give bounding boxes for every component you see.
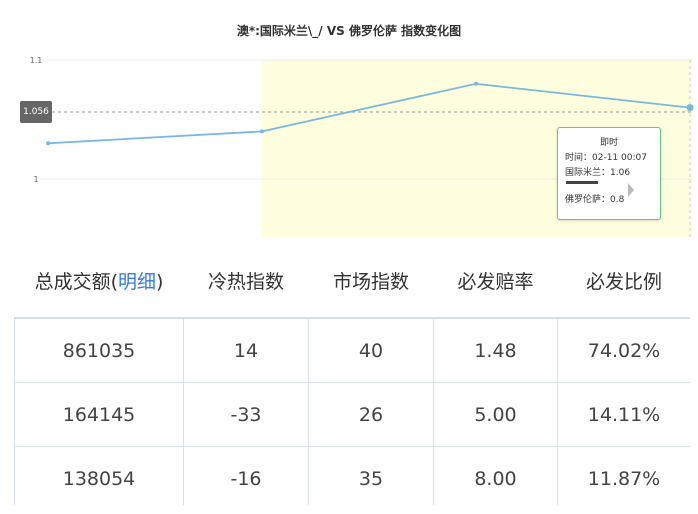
cell-volume: 138054 [14,446,184,505]
cell-hot-cold: -16 [183,446,309,505]
cell-hot-cold: 14 [183,318,309,383]
y-tick-label: 1 [33,175,38,184]
table-row: 138054 -16 35 8.00 11.87% [14,446,690,505]
table-header-row: 总成交额(明细) 冷热指数 市场指数 必发赔率 必发比例 [14,243,690,319]
table-row: 861035 14 40 1.48 74.02% [14,318,690,383]
chart-title: 澳*:国际米兰\_/ VS 佛罗伦萨 指数变化图 [236,24,462,38]
chart-tooltip: 即时 时间：02-11 00:07 国际米兰：1.06 佛罗伦萨：0.8 [557,127,661,220]
cell-market: 35 [308,446,434,505]
table-row: 164145 -33 26 5.00 14.11% [14,382,690,447]
tooltip-away: 佛罗伦萨：0.8 [565,195,625,205]
tooltip-time: 时间：02-11 00:07 [565,153,647,163]
y-tick-label: 1.1 [30,56,43,65]
header-hot-cold-index: 冷热指数 [183,243,309,319]
tooltip-home: 国际米兰：1.06 [565,168,631,178]
tooltip-title: 即时 [599,138,618,148]
cell-hot-cold: -33 [183,382,309,447]
data-point [686,104,694,112]
scribble-mark [566,181,598,184]
data-point [46,141,50,146]
cell-volume: 861035 [14,318,184,383]
tooltip-pointer-icon [628,183,634,197]
crosshair-value-label: 1.056 [20,101,52,123]
cell-ratio: 74.02% [557,318,690,383]
details-link[interactable]: 明细 [118,271,156,293]
cell-odds: 1.48 [433,318,558,383]
cell-market: 26 [308,382,434,447]
data-point [474,81,478,86]
market-table: 总成交额(明细) 冷热指数 市场指数 必发赔率 必发比例 861035 14 4… [14,243,690,505]
cell-odds: 5.00 [433,382,558,447]
data-point [260,129,264,134]
header-betfair-ratio: 必发比例 [557,243,690,319]
cell-volume: 164145 [14,382,184,447]
cell-ratio: 11.87% [557,446,690,505]
header-market-index: 市场指数 [308,243,434,319]
header-total-volume: 总成交额(明细) [14,243,184,319]
cell-ratio: 14.11% [557,382,690,447]
cell-odds: 8.00 [433,446,558,505]
cell-market: 40 [308,318,434,383]
header-betfair-odds: 必发赔率 [433,243,558,319]
